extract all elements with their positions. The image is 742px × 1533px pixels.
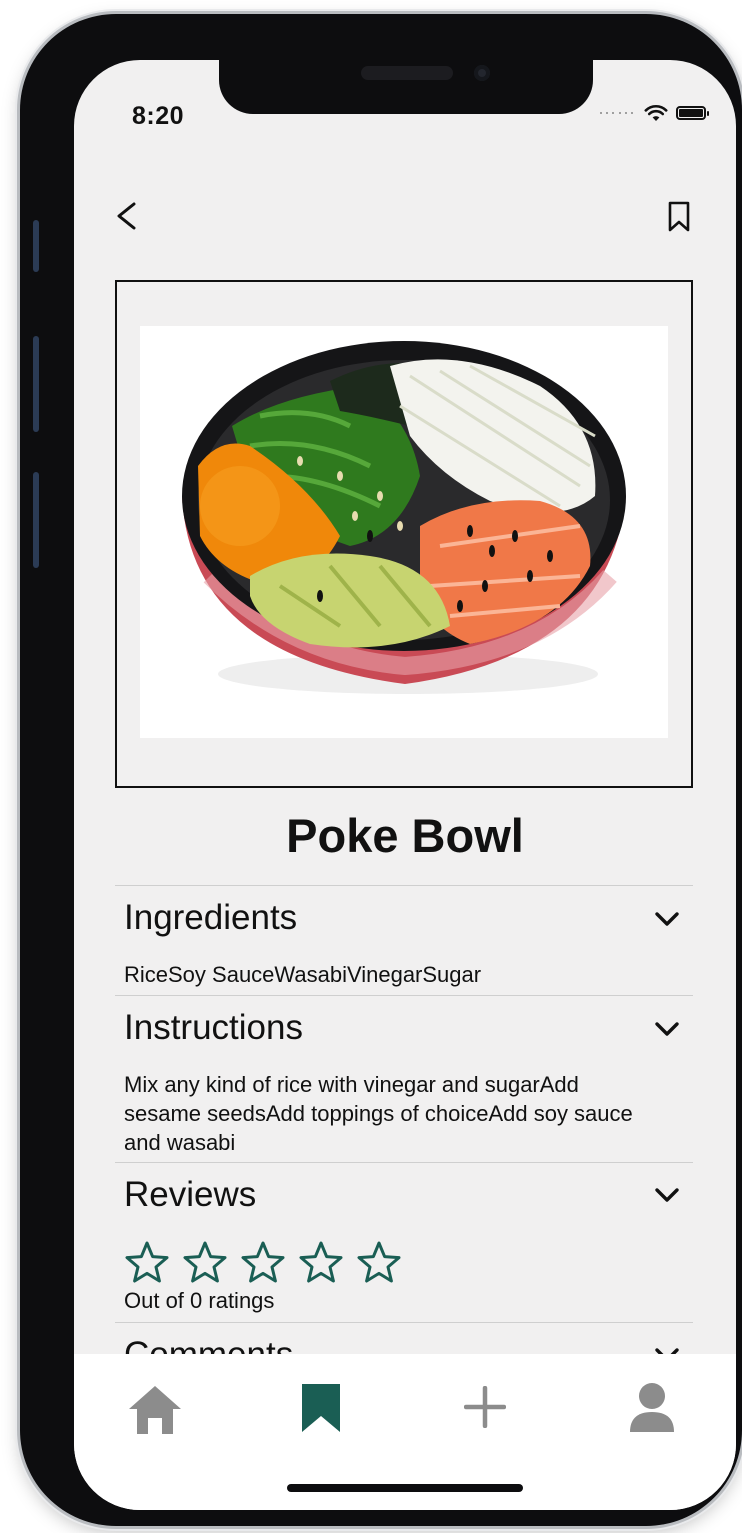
bookmark-nav-icon[interactable] [300,1382,342,1434]
status-icons: ⋯⋯ [598,103,709,123]
recipe-image-frame [115,280,693,788]
reviews-chevron-down-icon[interactable] [652,1184,682,1206]
star-rating[interactable] [124,1240,402,1284]
home-icon[interactable] [126,1382,184,1436]
instructions-text: Mix any kind of rice with vinegar and su… [124,1072,633,1155]
volume-down-button [33,472,39,568]
plus-icon[interactable] [464,1386,506,1428]
profile-icon[interactable] [628,1382,676,1432]
poke-bowl-image [182,341,626,694]
home-indicator[interactable] [287,1484,523,1492]
status-time: 8:20 [132,102,185,130]
wifi-icon [644,104,668,121]
ingredients-text: RiceSoy SauceWasabiVinegarSugar [124,962,482,987]
divider [115,1162,693,1163]
divider [115,995,693,996]
star-icon[interactable] [240,1240,286,1284]
back-button[interactable] [112,198,142,234]
ingredients-chevron-down-icon[interactable] [652,908,682,930]
instructions-chevron-down-icon[interactable] [652,1018,682,1040]
star-icon[interactable] [124,1240,170,1284]
ratings-count: Out of 0 ratings [124,1288,275,1313]
divider [115,1322,693,1323]
phone-frame: 8:20 ⋯⋯ Poke Bowl Ingredients RiceSoy Sa… [20,14,742,1526]
reviews-heading[interactable]: Reviews [124,1175,256,1215]
silent-switch [33,220,39,272]
divider [115,885,693,886]
bookmark-icon[interactable] [666,200,692,234]
notch [219,60,593,114]
front-camera [474,65,490,81]
screen: 8:20 ⋯⋯ Poke Bowl Ingredients RiceSoy Sa… [74,60,736,1510]
battery-icon [676,106,709,120]
star-icon[interactable] [182,1240,228,1284]
volume-up-button [33,336,39,432]
signal-icon: ⋯⋯ [598,103,636,123]
star-icon[interactable] [298,1240,344,1284]
speaker [361,66,453,80]
recipe-photo [140,326,668,738]
recipe-title: Poke Bowl [286,809,524,862]
instructions-heading[interactable]: Instructions [124,1008,303,1048]
star-icon[interactable] [356,1240,402,1284]
ingredients-heading[interactable]: Ingredients [124,898,297,938]
